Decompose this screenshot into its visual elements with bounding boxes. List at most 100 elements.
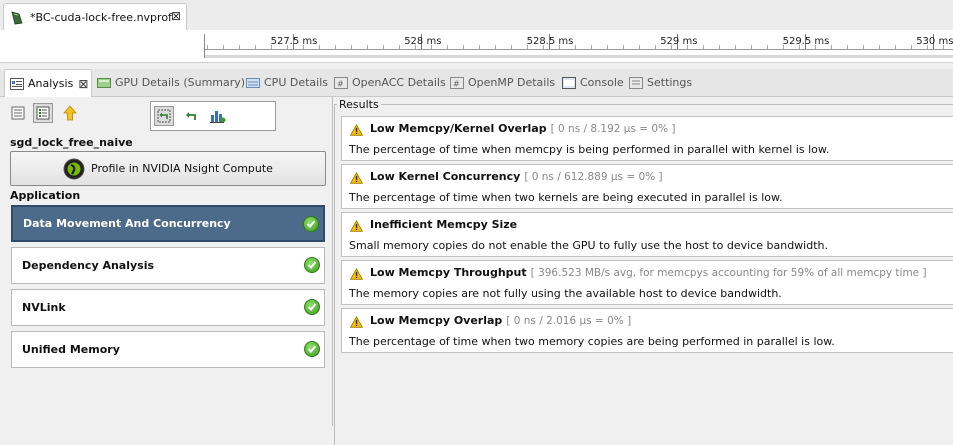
result-title-text: Inefficient Memcpy Size <box>370 218 518 231</box>
ruler-minor-tick <box>783 45 784 49</box>
ruler-minor-tick <box>319 45 320 49</box>
cpu-details-icon <box>246 77 260 89</box>
ruler-minor-tick <box>335 45 336 49</box>
ruler-minor-tick <box>623 45 624 49</box>
result-title-text: Low Kernel Concurrency <box>370 170 521 183</box>
ruler-minor-tick <box>351 45 352 49</box>
result-title: Low Memcpy/Kernel Overlap[ 0 ns / 8.192 … <box>370 122 676 135</box>
stage-label: NVLink <box>22 301 66 314</box>
tab-openacc-details[interactable]: # OpenACC Details <box>334 69 446 96</box>
ruler-minor-tick <box>415 45 416 49</box>
ruler-axis <box>205 49 953 50</box>
result-title: Inefficient Memcpy Size <box>370 218 517 231</box>
result-title: Low Kernel Concurrency[ 0 ns / 612.889 μ… <box>370 170 663 183</box>
result-description: The memory copies are not fully using th… <box>349 287 782 300</box>
stage-label: Dependency Analysis <box>22 259 155 272</box>
result-item[interactable]: Low Kernel Concurrency[ 0 ns / 612.889 μ… <box>341 164 953 209</box>
ruler-minor-tick <box>271 45 272 49</box>
kernel-name: sgd_lock_free_naive <box>10 136 133 149</box>
ruler-minor-tick <box>927 45 928 49</box>
ruler-minor-tick <box>735 45 736 49</box>
ruler-minor-tick <box>607 45 608 49</box>
tab-openmp-details[interactable]: # OpenMP Details <box>450 69 555 96</box>
tab-analysis[interactable]: Analysis ⊠ <box>4 69 92 97</box>
ruler-tick-label: 529.5 ms <box>782 36 830 47</box>
result-description: The percentage of time when memcpy is be… <box>349 143 830 156</box>
tab-settings[interactable]: Settings <box>629 69 692 96</box>
editor-tab[interactable]: *BC-cuda-lock-free.nvprof ⊠ <box>3 3 187 30</box>
stage-data-movement-and-concurrency[interactable]: Data Movement And Concurrency <box>11 205 325 242</box>
ruler-minor-tick <box>543 45 544 49</box>
check-icon <box>304 341 320 357</box>
ruler-minor-tick <box>383 45 384 49</box>
tab-cpu-details[interactable]: CPU Details <box>246 69 328 96</box>
gpu-details-icon <box>97 77 111 89</box>
overview-mode-button[interactable] <box>8 103 28 123</box>
list-icon <box>11 106 25 120</box>
reset-all-button[interactable] <box>154 106 174 126</box>
tab-label: GPU Details (Summary) <box>115 76 246 89</box>
warning-icon <box>350 268 363 280</box>
analysis-toolbar <box>4 100 332 131</box>
result-metric: [ 396.523 MB/s avg, for memcpys accounti… <box>530 267 927 279</box>
result-item[interactable]: Low Memcpy Overlap[ 0 ns / 2.016 μs = 0%… <box>341 308 953 353</box>
ruler-minor-tick <box>895 45 896 49</box>
ruler-minor-tick <box>831 45 832 49</box>
ruler-tick-label: 528 ms <box>404 36 442 47</box>
chart-button[interactable] <box>208 106 228 126</box>
settings-icon <box>629 76 643 89</box>
profile-nsight-compute-button[interactable]: Profile in NVIDIA Nsight Compute <box>10 151 326 186</box>
ruler-minor-tick <box>751 45 752 49</box>
undo-icon <box>186 112 196 120</box>
view-tab-bar: Analysis ⊠ GPU Details (Summary) CPU Detail… <box>0 69 953 97</box>
tab-label: OpenACC Details <box>352 76 446 89</box>
tab-label: Analysis <box>28 77 74 90</box>
svg-text:#: # <box>453 79 460 88</box>
result-title-text: Low Memcpy Overlap <box>370 314 503 327</box>
ruler-minor-tick <box>399 45 400 49</box>
ruler-minor-tick <box>655 45 656 49</box>
stage-nvlink[interactable]: NVLink <box>11 289 325 326</box>
ruler-minor-tick <box>479 45 480 49</box>
nsight-compute-icon <box>63 158 85 179</box>
profile-button-label: Profile in NVIDIA Nsight Compute <box>91 162 273 175</box>
result-item[interactable]: Inefficient Memcpy Size Small memory copi… <box>341 212 953 257</box>
ruler-minor-tick <box>703 45 704 49</box>
result-description: Small memory copies do not enable the GP… <box>349 239 828 252</box>
result-title-text: Low Memcpy/Kernel Overlap <box>370 122 547 135</box>
results-title: Results <box>337 98 381 111</box>
openmp-icon: # <box>450 76 464 89</box>
analysis-actions-box <box>150 101 276 131</box>
tab-gpu-details-summary[interactable]: GPU Details (Summary) <box>97 69 245 96</box>
reset-all-icon <box>157 109 171 123</box>
result-item[interactable]: Low Memcpy Throughput[ 396.523 MB/s avg,… <box>341 260 953 305</box>
timeline-ruler[interactable]: 527.5 ms 528 ms 528.5 ms 529 ms 529.5 ms 530 … <box>0 30 953 63</box>
tab-console[interactable]: Console <box>562 69 624 96</box>
ruler-minor-tick <box>367 45 368 49</box>
ruler-minor-tick <box>639 45 640 49</box>
guided-mode-button[interactable] <box>33 103 53 123</box>
up-button[interactable] <box>60 103 80 123</box>
result-description: The percentage of time when two memory c… <box>349 335 835 348</box>
warning-icon <box>350 220 363 232</box>
openacc-icon: # <box>334 76 348 89</box>
close-icon[interactable]: ⊠ <box>171 9 181 23</box>
arrow-up-icon <box>63 105 77 121</box>
result-item[interactable]: Low Memcpy/Kernel Overlap[ 0 ns / 8.192 … <box>341 116 953 161</box>
stage-dependency-analysis[interactable]: Dependency Analysis <box>11 247 325 284</box>
ruler-minor-tick <box>239 45 240 49</box>
result-title: Low Memcpy Overlap[ 0 ns / 2.016 μs = 0%… <box>370 314 631 327</box>
result-description: The percentage of time when two kernels … <box>349 191 783 204</box>
stage-unified-memory[interactable]: Unified Memory <box>11 331 325 368</box>
ruler-minor-tick <box>287 45 288 49</box>
result-title-text: Low Memcpy Throughput <box>370 266 527 279</box>
ruler-tick-label: 530 ms <box>916 36 953 47</box>
close-icon[interactable]: ⊠ <box>78 77 88 91</box>
ruler-minor-tick <box>527 45 528 49</box>
undo-button[interactable] <box>181 106 201 126</box>
ruler-minor-tick <box>767 45 768 49</box>
ruler-tick-label: 528.5 ms <box>526 36 574 47</box>
warning-icon <box>350 172 363 184</box>
ruler-minor-tick <box>911 45 912 49</box>
stage-label: Data Movement And Concurrency <box>23 217 231 230</box>
